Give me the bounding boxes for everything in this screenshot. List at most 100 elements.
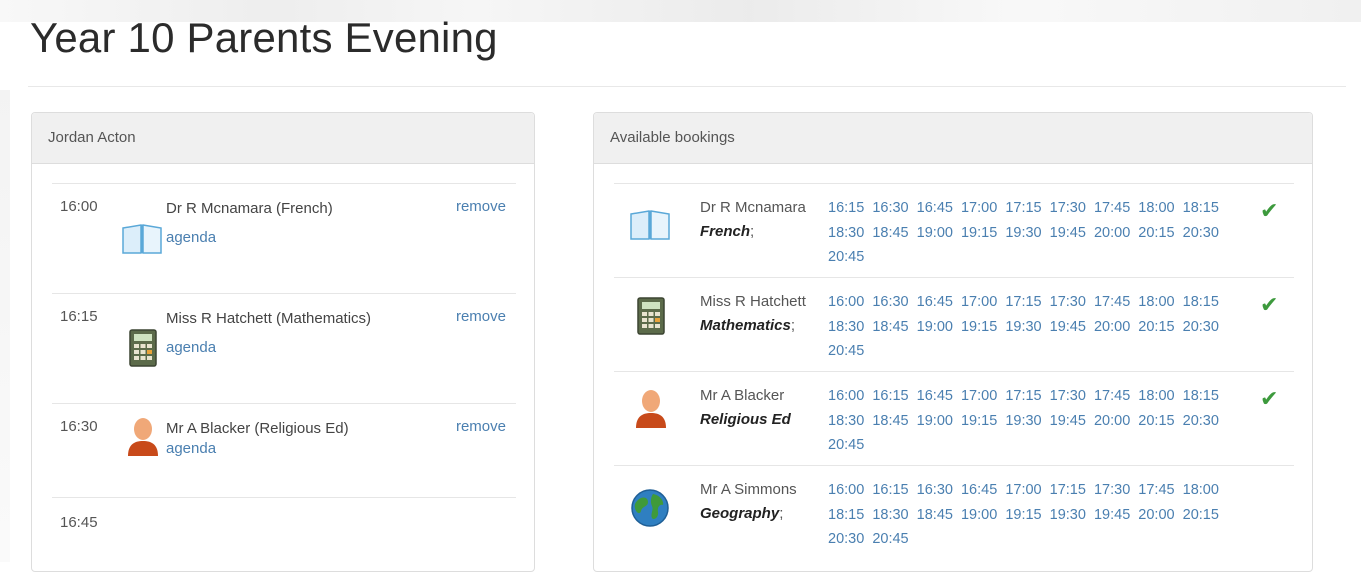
time-slot-link[interactable]: 18:45	[872, 319, 908, 335]
remove-link[interactable]: remove	[456, 198, 506, 215]
calculator-icon	[129, 329, 157, 367]
teacher-subject: Religious Ed	[700, 411, 791, 428]
time-slot-link[interactable]: 16:30	[872, 200, 908, 216]
time-slot-link[interactable]: 17:00	[961, 294, 997, 310]
time-slot-link[interactable]: 20:30	[1183, 413, 1219, 429]
time-slot-link[interactable]: 17:30	[1050, 294, 1086, 310]
time-slot-link[interactable]: 19:30	[1005, 413, 1041, 429]
time-slot-link[interactable]: 18:00	[1138, 200, 1174, 216]
time-slot-link[interactable]: 16:30	[917, 482, 953, 498]
time-slot-link[interactable]: 17:45	[1094, 294, 1130, 310]
time-slot-link[interactable]: 19:00	[961, 507, 997, 523]
time-slot-link[interactable]: 19:00	[917, 413, 953, 429]
slot-time: 16:15	[60, 308, 98, 325]
time-slot-link[interactable]: 17:45	[1138, 482, 1174, 498]
remove-link[interactable]: remove	[456, 418, 506, 435]
time-slot-link[interactable]: 20:45	[828, 343, 864, 359]
agenda-link[interactable]: agenda	[166, 339, 216, 356]
time-slot-link[interactable]: 19:45	[1050, 319, 1086, 335]
time-slot-link[interactable]: 20:30	[1183, 225, 1219, 241]
time-slot-link[interactable]: 18:15	[828, 507, 864, 523]
teacher-info: Mr A Blacker Religious Ed	[700, 384, 818, 432]
time-slot-link[interactable]: 16:45	[917, 388, 953, 404]
time-slot-link[interactable]: 17:45	[1094, 388, 1130, 404]
teacher-subject: Geography	[700, 505, 780, 522]
time-slot-link[interactable]: 18:30	[828, 413, 864, 429]
time-slot-link[interactable]: 19:30	[1005, 319, 1041, 335]
slot-time: 16:30	[60, 418, 98, 435]
time-slot-link[interactable]: 18:00	[1183, 482, 1219, 498]
time-slot-link[interactable]: 16:00	[828, 482, 864, 498]
time-slot-link[interactable]: 19:15	[961, 319, 997, 335]
time-slot-link[interactable]: 18:15	[1183, 200, 1219, 216]
time-slot-link[interactable]: 16:45	[961, 482, 997, 498]
time-slot-link[interactable]: 19:45	[1050, 225, 1086, 241]
slot-time: 16:00	[60, 198, 98, 215]
time-slot-link[interactable]: 20:00	[1094, 413, 1130, 429]
time-slot-link[interactable]: 20:00	[1094, 319, 1130, 335]
time-slot-link[interactable]: 20:00	[1094, 225, 1130, 241]
time-slot-link[interactable]: 16:30	[872, 294, 908, 310]
time-slot-link[interactable]: 17:15	[1005, 388, 1041, 404]
time-slot-link[interactable]: 17:15	[1005, 200, 1041, 216]
booking-row: Dr R Mcnamara French; 16:15 16:30 16:45 …	[614, 183, 1294, 278]
time-slot-link[interactable]: 20:15	[1138, 319, 1174, 335]
remove-link[interactable]: remove	[456, 308, 506, 325]
booking-row: Mr A Simmons Geography; 16:00 16:15 16:3…	[614, 465, 1294, 560]
time-slot-link[interactable]: 20:15	[1138, 225, 1174, 241]
time-slot-link[interactable]: 17:00	[961, 200, 997, 216]
time-slot-link[interactable]: 20:45	[872, 531, 908, 547]
time-slot-link[interactable]: 20:00	[1138, 507, 1174, 523]
time-slot-link[interactable]: 20:30	[828, 531, 864, 547]
time-slot-link[interactable]: 17:15	[1005, 294, 1041, 310]
time-slot-link[interactable]: 17:00	[1005, 482, 1041, 498]
time-slot-link[interactable]: 16:15	[828, 200, 864, 216]
time-slot-link[interactable]: 19:15	[961, 225, 997, 241]
time-slot-link[interactable]: 17:30	[1050, 200, 1086, 216]
time-slot-link[interactable]: 19:45	[1050, 413, 1086, 429]
time-slot-link[interactable]: 17:15	[1050, 482, 1086, 498]
time-slot-link[interactable]: 19:15	[961, 413, 997, 429]
time-slot-link[interactable]: 18:00	[1138, 388, 1174, 404]
book-icon	[630, 210, 670, 240]
time-slot-link[interactable]: 18:15	[1183, 294, 1219, 310]
time-slot-link[interactable]: 16:45	[917, 294, 953, 310]
time-slot-link[interactable]: 20:45	[828, 437, 864, 453]
time-slot-link[interactable]: 20:45	[828, 249, 864, 265]
teacher-info: Dr R Mcnamara French;	[700, 196, 818, 244]
time-slot-link[interactable]: 18:30	[828, 225, 864, 241]
teacher-info: Miss R Hatchett Mathematics;	[700, 290, 818, 338]
time-slot-link[interactable]: 17:30	[1050, 388, 1086, 404]
time-slot-link[interactable]: 18:45	[872, 225, 908, 241]
time-slot-link[interactable]: 18:30	[828, 319, 864, 335]
time-slot-link[interactable]: 18:00	[1138, 294, 1174, 310]
time-slot-link[interactable]: 17:30	[1094, 482, 1130, 498]
time-slot-link[interactable]: 19:00	[917, 319, 953, 335]
background-edge	[0, 90, 10, 562]
time-slot-link[interactable]: 19:30	[1005, 225, 1041, 241]
time-slot-link[interactable]: 19:00	[917, 225, 953, 241]
agenda-link[interactable]: agenda	[166, 440, 216, 457]
time-slot-link[interactable]: 16:00	[828, 294, 864, 310]
time-slot-link[interactable]: 16:45	[917, 200, 953, 216]
time-slot-link[interactable]: 19:30	[1050, 507, 1086, 523]
time-slot-link[interactable]: 16:15	[872, 388, 908, 404]
book-icon	[122, 224, 162, 254]
time-slot-link[interactable]: 17:45	[1094, 200, 1130, 216]
time-slot-link[interactable]: 16:00	[828, 388, 864, 404]
time-slot-link[interactable]: 20:15	[1183, 507, 1219, 523]
time-slots: 16:15 16:30 16:45 17:00 17:15 17:30 17:4…	[828, 196, 1228, 270]
time-slot-link[interactable]: 18:15	[1183, 388, 1219, 404]
time-slot-link[interactable]: 16:15	[872, 482, 908, 498]
time-slot-link[interactable]: 20:15	[1138, 413, 1174, 429]
time-slot-link[interactable]: 17:00	[961, 388, 997, 404]
time-slot-link[interactable]: 19:45	[1094, 507, 1130, 523]
time-slot-link[interactable]: 18:45	[872, 413, 908, 429]
time-slot-link[interactable]: 20:30	[1183, 319, 1219, 335]
time-slot-link[interactable]: 18:45	[917, 507, 953, 523]
time-slot-link[interactable]: 19:15	[1005, 507, 1041, 523]
agenda-link[interactable]: agenda	[166, 229, 216, 246]
student-name-heading: Jordan Acton	[32, 113, 534, 164]
time-slot-link[interactable]: 18:30	[872, 507, 908, 523]
booking-row: Mr A Blacker Religious Ed 16:00 16:15 16…	[614, 371, 1294, 466]
